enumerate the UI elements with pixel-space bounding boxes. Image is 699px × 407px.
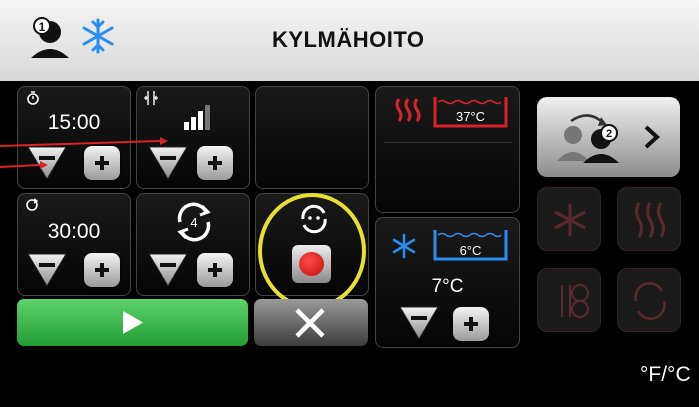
- contrast-mode-button[interactable]: [617, 268, 681, 332]
- heat-icon: [395, 98, 421, 122]
- cold-bath-increase-button[interactable]: [453, 307, 489, 341]
- cold-bath-panel: 6°C 7°C: [375, 217, 520, 348]
- svg-text:2: 2: [606, 128, 612, 140]
- cycles-tile: 4: [136, 193, 250, 296]
- cold-bath-setpoint: 7°C: [431, 276, 464, 297]
- cycle-timer-icon: [26, 198, 39, 211]
- cold-bath-decrease-button[interactable]: [398, 305, 440, 341]
- timer-2-increase-button[interactable]: [84, 253, 120, 287]
- compression-mode-button[interactable]: [537, 268, 601, 332]
- signal-level-icon: [184, 105, 210, 130]
- header-bar: 1 KYLMÄHOITO: [0, 0, 699, 81]
- hot-bath-divider: [384, 142, 512, 143]
- start-button[interactable]: [17, 299, 248, 346]
- empty-tile: [255, 86, 369, 189]
- switch-user-icon: 2: [557, 114, 619, 163]
- heat-mode-button[interactable]: [617, 187, 681, 251]
- svg-text:1: 1: [39, 20, 46, 34]
- page-title: KYLMÄHOITO: [272, 27, 425, 52]
- cycles-decrease-button[interactable]: [147, 252, 189, 288]
- units-toggle[interactable]: °F/°C: [640, 363, 691, 387]
- chevron-right-icon: [644, 125, 660, 149]
- snowflake-icon: [392, 233, 416, 259]
- cold-mode-button[interactable]: [537, 187, 601, 251]
- hot-bath-temp: 37°C: [455, 109, 486, 124]
- timer-2-decrease-button[interactable]: [26, 252, 68, 288]
- hot-bath-panel: 37°C: [375, 86, 520, 213]
- timer-1-value: 15:00: [47, 111, 101, 134]
- highlight-circle: [258, 193, 366, 309]
- stop-button[interactable]: [254, 299, 368, 346]
- timer-2-value: 30:00: [47, 220, 101, 243]
- svg-text:4: 4: [190, 215, 197, 230]
- intensity-increase-button[interactable]: [197, 146, 233, 180]
- contrast-cycle-icon: [634, 282, 666, 320]
- compression-icon: [144, 91, 158, 105]
- compression-heat-cold-icon: [561, 284, 589, 318]
- timer-2-tile: 30:00: [17, 193, 131, 296]
- repeat-cycle-icon: 4: [177, 202, 211, 242]
- heat-icon: [635, 202, 665, 238]
- snowflake-icon: [554, 204, 586, 236]
- stopwatch-icon: [27, 91, 39, 105]
- cold-bath-temp: 6°C: [459, 243, 482, 258]
- switch-user-button[interactable]: 2: [537, 97, 680, 177]
- snowflake-icon: [82, 18, 114, 54]
- pointer-lines: [0, 137, 168, 169]
- close-icon: [295, 308, 325, 338]
- play-icon: [123, 311, 143, 334]
- cycles-increase-button[interactable]: [197, 253, 233, 287]
